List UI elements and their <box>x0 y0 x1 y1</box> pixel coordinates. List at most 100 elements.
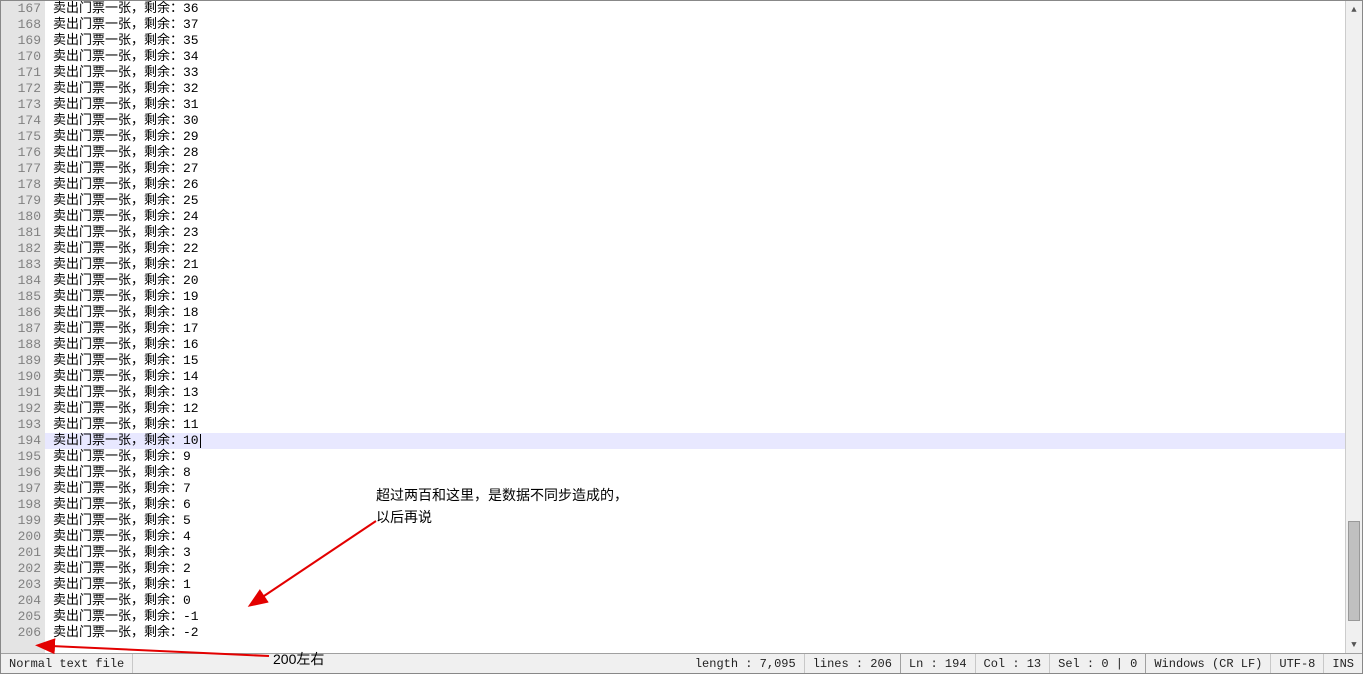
code-line[interactable]: 卖出门票一张，剩余：15 <box>45 353 1345 369</box>
annotation-line1: 超过两百和这里，是数据不同步造成的， <box>376 484 628 506</box>
line-number: 168 <box>1 17 41 33</box>
line-number: 185 <box>1 289 41 305</box>
text-caret <box>200 434 201 448</box>
status-length: length : 7,095 <box>687 654 805 673</box>
line-number: 175 <box>1 129 41 145</box>
code-line[interactable]: 卖出门票一张，剩余：6 <box>45 497 1345 513</box>
line-number: 176 <box>1 145 41 161</box>
line-number: 169 <box>1 33 41 49</box>
code-line[interactable]: 卖出门票一张，剩余：34 <box>45 49 1345 65</box>
line-number: 192 <box>1 401 41 417</box>
code-line[interactable]: 卖出门票一张，剩余：-2 <box>45 625 1345 641</box>
line-number: 182 <box>1 241 41 257</box>
code-line[interactable]: 卖出门票一张，剩余：20 <box>45 273 1345 289</box>
line-number: 172 <box>1 81 41 97</box>
code-line[interactable]: 卖出门票一张，剩余：28 <box>45 145 1345 161</box>
status-ins: INS <box>1324 654 1362 673</box>
status-sel: Sel : 0 | 0 <box>1050 654 1146 673</box>
code-line[interactable]: 卖出门票一张，剩余：27 <box>45 161 1345 177</box>
line-number: 183 <box>1 257 41 273</box>
line-number: 203 <box>1 577 41 593</box>
line-number: 188 <box>1 337 41 353</box>
line-number-gutter: 1671681691701711721731741751761771781791… <box>1 1 45 653</box>
code-line[interactable]: 卖出门票一张，剩余：19 <box>45 289 1345 305</box>
line-number: 189 <box>1 353 41 369</box>
vertical-scrollbar[interactable]: ▲ ▼ <box>1345 1 1362 653</box>
code-line[interactable]: 卖出门票一张，剩余：16 <box>45 337 1345 353</box>
code-line[interactable]: 卖出门票一张，剩余：30 <box>45 113 1345 129</box>
code-text-area[interactable]: 卖出门票一张，剩余：36卖出门票一张，剩余：37卖出门票一张，剩余：35卖出门票… <box>45 1 1345 653</box>
code-line[interactable]: 卖出门票一张，剩余：25 <box>45 193 1345 209</box>
code-line[interactable]: 卖出门票一张，剩余：36 <box>45 1 1345 17</box>
line-number: 202 <box>1 561 41 577</box>
code-line[interactable]: 卖出门票一张，剩余：29 <box>45 129 1345 145</box>
status-encoding: UTF-8 <box>1271 654 1324 673</box>
code-line[interactable]: 卖出门票一张，剩余：22 <box>45 241 1345 257</box>
code-line[interactable]: 卖出门票一张，剩余：8 <box>45 465 1345 481</box>
editor-area: 1671681691701711721731741751761771781791… <box>1 1 1362 653</box>
line-number: 181 <box>1 225 41 241</box>
code-line[interactable]: 卖出门票一张，剩余：17 <box>45 321 1345 337</box>
code-line[interactable]: 卖出门票一张，剩余：23 <box>45 225 1345 241</box>
code-line[interactable]: 卖出门票一张，剩余：1 <box>45 577 1345 593</box>
line-number: 193 <box>1 417 41 433</box>
code-line[interactable]: 卖出门票一张，剩余：12 <box>45 401 1345 417</box>
line-number: 194 <box>1 433 41 449</box>
line-number: 178 <box>1 177 41 193</box>
line-number: 171 <box>1 65 41 81</box>
code-line[interactable]: 卖出门票一张，剩余：9 <box>45 449 1345 465</box>
code-line[interactable]: 卖出门票一张，剩余：13 <box>45 385 1345 401</box>
code-line[interactable]: 卖出门票一张，剩余：35 <box>45 33 1345 49</box>
scroll-thumb[interactable] <box>1348 521 1360 621</box>
code-line[interactable]: 卖出门票一张，剩余：0 <box>45 593 1345 609</box>
app-window: { "editor": { "start_line": 167, "curren… <box>0 0 1363 674</box>
line-number: 177 <box>1 161 41 177</box>
line-number: 199 <box>1 513 41 529</box>
code-line[interactable]: 卖出门票一张，剩余：3 <box>45 545 1345 561</box>
code-line[interactable]: 卖出门票一张，剩余：37 <box>45 17 1345 33</box>
line-number: 197 <box>1 481 41 497</box>
code-line[interactable]: 卖出门票一张，剩余：18 <box>45 305 1345 321</box>
line-number: 174 <box>1 113 41 129</box>
status-filetype: Normal text file <box>1 654 133 673</box>
code-line[interactable]: 卖出门票一张，剩余：31 <box>45 97 1345 113</box>
code-line[interactable]: 卖出门票一张，剩余：2 <box>45 561 1345 577</box>
line-number: 196 <box>1 465 41 481</box>
line-number: 167 <box>1 1 41 17</box>
code-line[interactable]: 卖出门票一张，剩余：14 <box>45 369 1345 385</box>
code-line[interactable]: 卖出门票一张，剩余：32 <box>45 81 1345 97</box>
line-number: 195 <box>1 449 41 465</box>
line-number: 205 <box>1 609 41 625</box>
code-line[interactable]: 卖出门票一张，剩余：24 <box>45 209 1345 225</box>
line-number: 206 <box>1 625 41 641</box>
line-number: 170 <box>1 49 41 65</box>
code-line[interactable]: 卖出门票一张，剩余：26 <box>45 177 1345 193</box>
code-line[interactable]: 卖出门票一张，剩余：5 <box>45 513 1345 529</box>
status-lines: lines : 206 <box>805 654 901 673</box>
line-number: 198 <box>1 497 41 513</box>
scroll-up-arrow[interactable]: ▲ <box>1346 1 1362 18</box>
line-number: 173 <box>1 97 41 113</box>
line-number: 186 <box>1 305 41 321</box>
annotation-200-label: 200左右 <box>273 649 324 669</box>
scroll-down-arrow[interactable]: ▼ <box>1346 636 1362 653</box>
code-line[interactable]: 卖出门票一张，剩余：-1 <box>45 609 1345 625</box>
line-number: 184 <box>1 273 41 289</box>
status-col: Col : 13 <box>976 654 1051 673</box>
code-line[interactable]: 卖出门票一张，剩余：21 <box>45 257 1345 273</box>
line-number: 179 <box>1 193 41 209</box>
annotation-line2: 以后再说 <box>376 506 628 528</box>
line-number: 190 <box>1 369 41 385</box>
line-number: 180 <box>1 209 41 225</box>
code-line[interactable]: 卖出门票一张，剩余：33 <box>45 65 1345 81</box>
status-ln: Ln : 194 <box>901 654 976 673</box>
line-number: 191 <box>1 385 41 401</box>
code-line[interactable]: 卖出门票一张，剩余：4 <box>45 529 1345 545</box>
line-number: 204 <box>1 593 41 609</box>
code-line[interactable]: 卖出门票一张，剩余：11 <box>45 417 1345 433</box>
line-number: 201 <box>1 545 41 561</box>
code-line[interactable]: 卖出门票一张，剩余：7 <box>45 481 1345 497</box>
code-line[interactable]: 卖出门票一张，剩余：10 <box>45 433 1345 449</box>
status-bar: Normal text file length : 7,095 lines : … <box>1 653 1362 673</box>
line-number: 187 <box>1 321 41 337</box>
